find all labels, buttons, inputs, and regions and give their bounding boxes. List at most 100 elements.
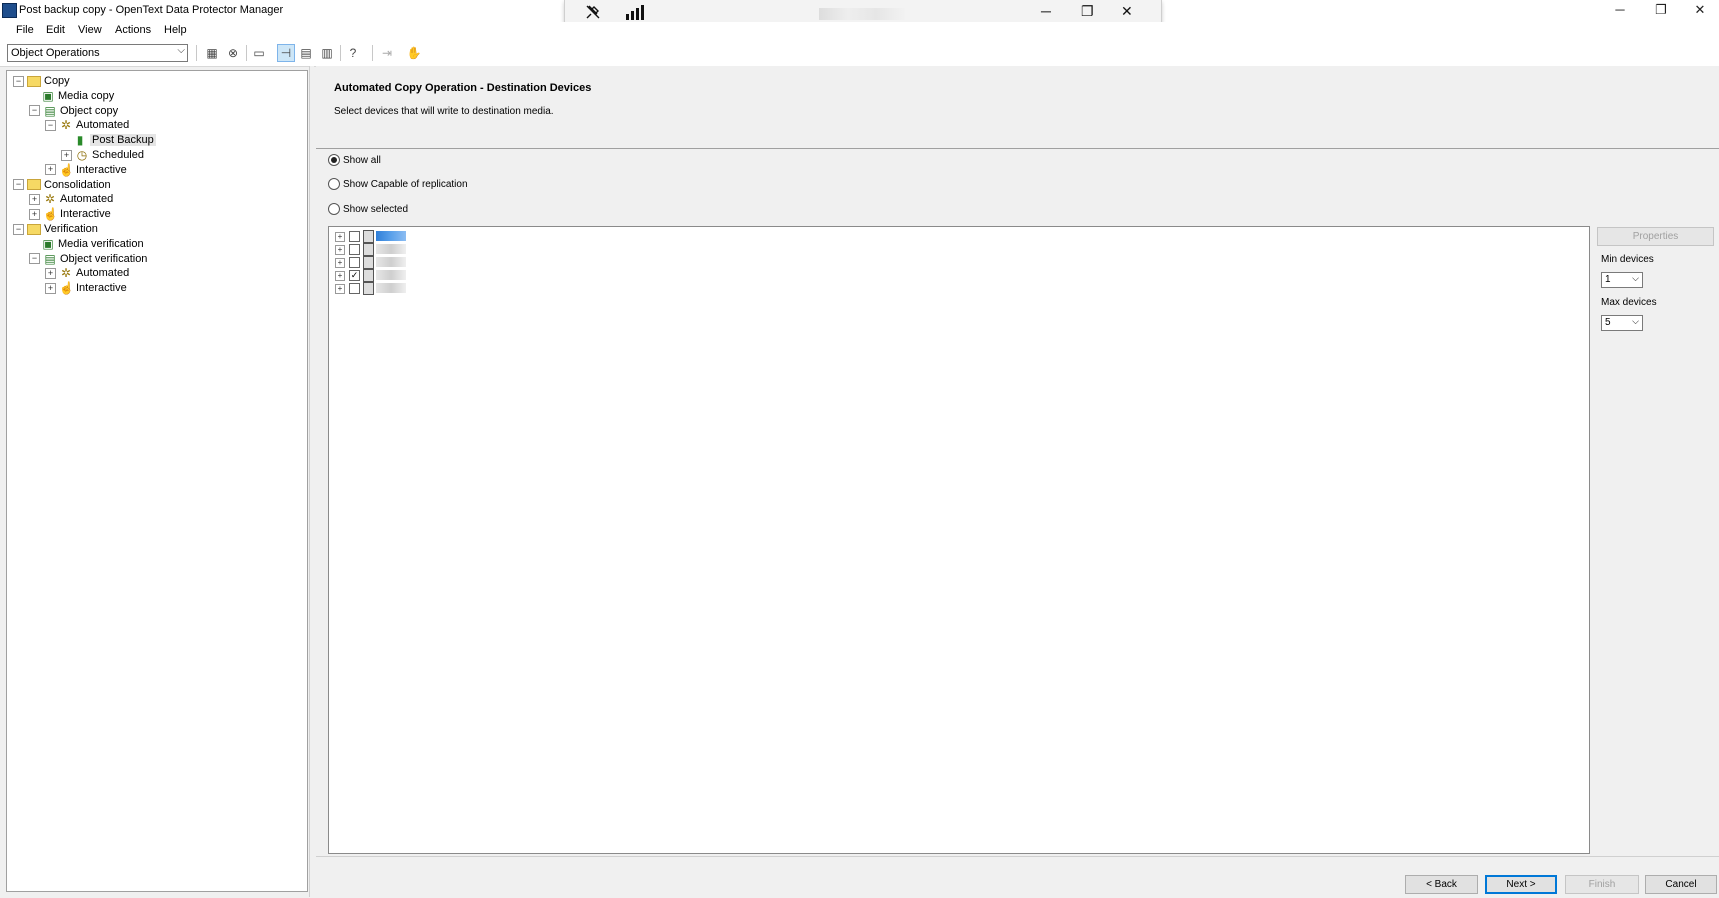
expand-icon[interactable]: + <box>29 208 40 220</box>
radio-show-all-indicator[interactable] <box>328 154 340 167</box>
tree-item-label: Object copy <box>60 104 119 117</box>
device-name-redacted <box>376 270 406 280</box>
device-checkbox[interactable] <box>349 283 360 294</box>
collapse-icon[interactable]: − <box>29 105 40 117</box>
interactive-icon: ☝ <box>43 207 58 222</box>
pin-icon[interactable]: ⊣ <box>277 44 295 62</box>
radio-show-selected-indicator[interactable] <box>328 203 340 216</box>
collapse-icon[interactable]: − <box>29 253 40 265</box>
tree-item-label: Automated <box>76 267 130 280</box>
max-devices-label: Max devices <box>1601 297 1657 308</box>
max-devices-select[interactable]: 5 ⌵ <box>1601 315 1643 331</box>
tree-item-label: Interactive <box>76 282 127 295</box>
tree-item[interactable]: ▣ Media copy <box>29 88 114 104</box>
collapse-icon[interactable]: − <box>13 223 24 235</box>
context-view-icon[interactable]: ▦ <box>203 44 221 62</box>
remote-restore-button[interactable]: ❐ <box>1081 3 1094 20</box>
tree-item[interactable]: − ✲ Automated <box>45 117 129 133</box>
expand-icon[interactable]: + <box>335 258 345 268</box>
expand-icon[interactable]: + <box>45 267 56 279</box>
collapse-icon[interactable]: − <box>13 179 24 191</box>
device-icon <box>363 256 374 269</box>
tree-item-label: Automated <box>76 119 130 132</box>
context-selector[interactable]: Object Operations ⌵ <box>7 44 188 62</box>
toolbar-separator <box>196 45 197 61</box>
hand-icon: ✋ <box>406 46 422 60</box>
back-button[interactable]: < Back <box>1405 875 1478 894</box>
min-devices-value: 1 <box>1605 274 1611 285</box>
pane-splitter[interactable] <box>309 66 314 897</box>
menu-actions[interactable]: Actions <box>115 24 151 36</box>
remote-minimize-button[interactable]: ─ <box>1041 3 1051 19</box>
radio-show-all[interactable]: Show all <box>328 154 381 168</box>
help-icon[interactable]: ? <box>344 44 362 62</box>
expand-icon[interactable]: + <box>335 284 345 294</box>
minimize-button[interactable]: ─ <box>1600 0 1640 22</box>
device-list[interactable]: + + + + ✓ + <box>328 226 1590 854</box>
folder-icon <box>27 179 41 191</box>
object-icon: ▤ <box>44 103 56 118</box>
menu-view[interactable]: View <box>78 24 102 36</box>
expand-icon[interactable]: + <box>335 232 345 242</box>
toolbar-separator <box>372 45 373 61</box>
tree-item[interactable]: + ◷ Scheduled <box>61 147 144 163</box>
list-view-icon[interactable]: ▤ <box>297 44 315 62</box>
remote-close-button[interactable]: ✕ <box>1121 3 1133 20</box>
wizard-title: Automated Copy Operation - Destination D… <box>334 82 592 94</box>
chevron-down-icon: ⌵ <box>177 45 185 56</box>
tree-item[interactable]: − ▤ Object copy <box>29 103 118 119</box>
tree-item[interactable]: − Copy <box>13 73 70 89</box>
expand-icon[interactable]: + <box>45 164 56 176</box>
min-devices-select[interactable]: 1 ⌵ <box>1601 272 1643 288</box>
menu-file[interactable]: File <box>16 24 34 36</box>
interactive-icon: ☝ <box>59 162 74 177</box>
tree-item[interactable]: + ☝ Interactive <box>29 206 111 222</box>
tree-item[interactable]: + ☝ Interactive <box>45 162 127 178</box>
tree-item[interactable]: ▮ Post Backup <box>61 132 156 148</box>
expand-icon[interactable]: + <box>335 271 345 281</box>
device-icon <box>363 282 374 295</box>
tree-item[interactable]: − Verification <box>13 221 98 237</box>
toolbar-separator <box>340 45 341 61</box>
window-icon[interactable]: ▭ <box>250 44 268 62</box>
close-button[interactable]: ✕ <box>1680 0 1719 22</box>
device-icon <box>363 230 374 243</box>
next-button[interactable]: Next > <box>1485 875 1557 894</box>
post-backup-icon: ▮ <box>76 133 84 148</box>
export-icon: ⇥ <box>381 46 393 60</box>
device-name-redacted <box>376 231 406 241</box>
tree-item[interactable]: + ✲ Automated <box>29 191 113 207</box>
max-devices-value: 5 <box>1605 317 1611 328</box>
expand-icon[interactable]: + <box>29 193 40 205</box>
radio-show-capable-replication[interactable]: Show Capable of replication <box>328 178 468 192</box>
device-checkbox[interactable] <box>349 257 360 268</box>
cancel-button[interactable]: Cancel <box>1645 875 1717 894</box>
device-name-redacted <box>376 244 406 254</box>
collapse-icon[interactable]: − <box>45 119 56 131</box>
menu-help[interactable]: Help <box>164 24 187 36</box>
stop-icon[interactable]: ⊗ <box>224 44 242 62</box>
device-checkbox[interactable] <box>349 244 360 255</box>
tree-item-label: Copy <box>44 75 70 87</box>
wizard-subtitle: Select devices that will write to destin… <box>334 106 554 117</box>
expand-icon[interactable]: + <box>335 245 345 255</box>
tree-item[interactable]: ▣ Media verification <box>29 236 143 252</box>
expand-icon[interactable]: + <box>61 149 72 161</box>
device-icon <box>363 269 374 282</box>
menu-edit[interactable]: Edit <box>46 24 65 36</box>
details-view-icon[interactable]: ▥ <box>318 44 336 62</box>
tree-item[interactable]: − ▤ Object verification <box>29 251 147 267</box>
device-name-redacted <box>376 257 406 267</box>
maximize-button[interactable]: ❐ <box>1641 0 1681 22</box>
radio-show-capable-indicator[interactable] <box>328 178 340 191</box>
tree-item-label: Consolidation <box>44 178 111 191</box>
tree-item[interactable]: + ✲ Automated <box>45 265 129 281</box>
tree-item[interactable]: − Consolidation <box>13 177 111 193</box>
device-checkbox[interactable] <box>349 231 360 242</box>
collapse-icon[interactable]: − <box>13 75 24 87</box>
expand-icon[interactable]: + <box>45 282 56 294</box>
radio-show-selected[interactable]: Show selected <box>328 203 408 217</box>
device-checkbox[interactable]: ✓ <box>349 270 360 281</box>
tree-item[interactable]: + ☝ Interactive <box>45 280 127 296</box>
